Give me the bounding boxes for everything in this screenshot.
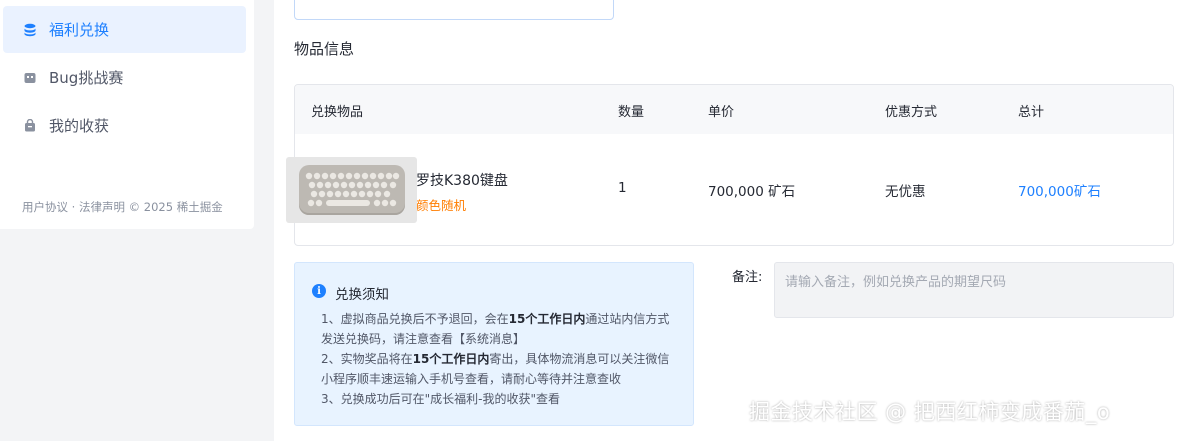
footer-links[interactable]: 用户协议 · 法律声明 © 2025 稀土掘金 — [22, 199, 223, 215]
sidebar-item-my-harvest[interactable]: 我的收获 — [3, 102, 246, 149]
cell-discount: 无优惠 — [885, 184, 926, 200]
header-discount: 优惠方式 — [885, 105, 938, 120]
sidebar-item-welfare-exchange[interactable]: 福利兑换 — [3, 6, 246, 53]
database-icon — [23, 23, 37, 37]
cell-total: 700,000矿石 — [1018, 184, 1101, 200]
watermark: 掘金技术社区 @ 把西红柿变成番茄_o — [749, 400, 1111, 424]
notice-line-2: 2、实物奖品将在15个工作日内寄出，具体物流消息可以关注微信小程序顺丰速运输入手… — [321, 352, 670, 386]
header-quantity: 数量 — [618, 105, 645, 120]
info-icon: i — [312, 284, 326, 298]
cell-unit-price: 700,000 矿石 — [708, 184, 796, 200]
product-name: 罗技K380键盘 — [416, 173, 508, 189]
cell-quantity: 1 — [618, 180, 627, 196]
sidebar-item-label: 我的收获 — [49, 117, 110, 135]
sidebar: 福利兑换 Bug挑战赛 我的收获 用户协议 · 法律声明 © 2025 稀土掘金 — [0, 0, 254, 229]
item-table: 兑换物品 数量 单价 优惠方式 总计 罗技K380键盘 颜色随机 1 700,0… — [286, 84, 1174, 246]
table-header: 兑换物品 数量 单价 优惠方式 总计 — [295, 85, 1173, 134]
notice-line-1: 1、虚拟商品兑换后不予退回，会在15个工作日内通过站内信方式发送兑换码，请注意查… — [321, 312, 670, 346]
notice-body: 1、虚拟商品兑换后不予退回，会在15个工作日内通过站内信方式发送兑换码，请注意查… — [321, 309, 681, 409]
sidebar-item-label: 福利兑换 — [49, 21, 110, 39]
bag-icon — [23, 118, 37, 133]
main-panel: 物品信息 兑换物品 数量 单价 优惠方式 总计 罗技K380键盘 颜色随机 1 … — [274, 0, 1181, 441]
header-unit-price: 单价 — [708, 105, 735, 120]
product-note: 颜色随机 — [416, 198, 467, 213]
exchange-notice: i 兑换须知 1、虚拟商品兑换后不予退回，会在15个工作日内通过站内信方式发送兑… — [294, 262, 694, 426]
sidebar-item-label: Bug挑战赛 — [49, 69, 124, 87]
sidebar-item-bug-challenge[interactable]: Bug挑战赛 — [3, 54, 246, 101]
bug-icon — [23, 71, 37, 85]
remark-input[interactable] — [774, 262, 1174, 318]
header-item: 兑换物品 — [311, 105, 364, 120]
top-input-field[interactable] — [294, 0, 614, 20]
notice-title: 兑换须知 — [335, 287, 389, 303]
header-total: 总计 — [1018, 105, 1045, 120]
notice-line-3: 3、兑换成功后可在"成长福利-我的收获"查看 — [321, 392, 561, 406]
keyboard-image — [299, 165, 405, 215]
section-title: 物品信息 — [294, 40, 355, 58]
product-image — [286, 157, 417, 223]
remark-label: 备注: — [732, 270, 763, 285]
